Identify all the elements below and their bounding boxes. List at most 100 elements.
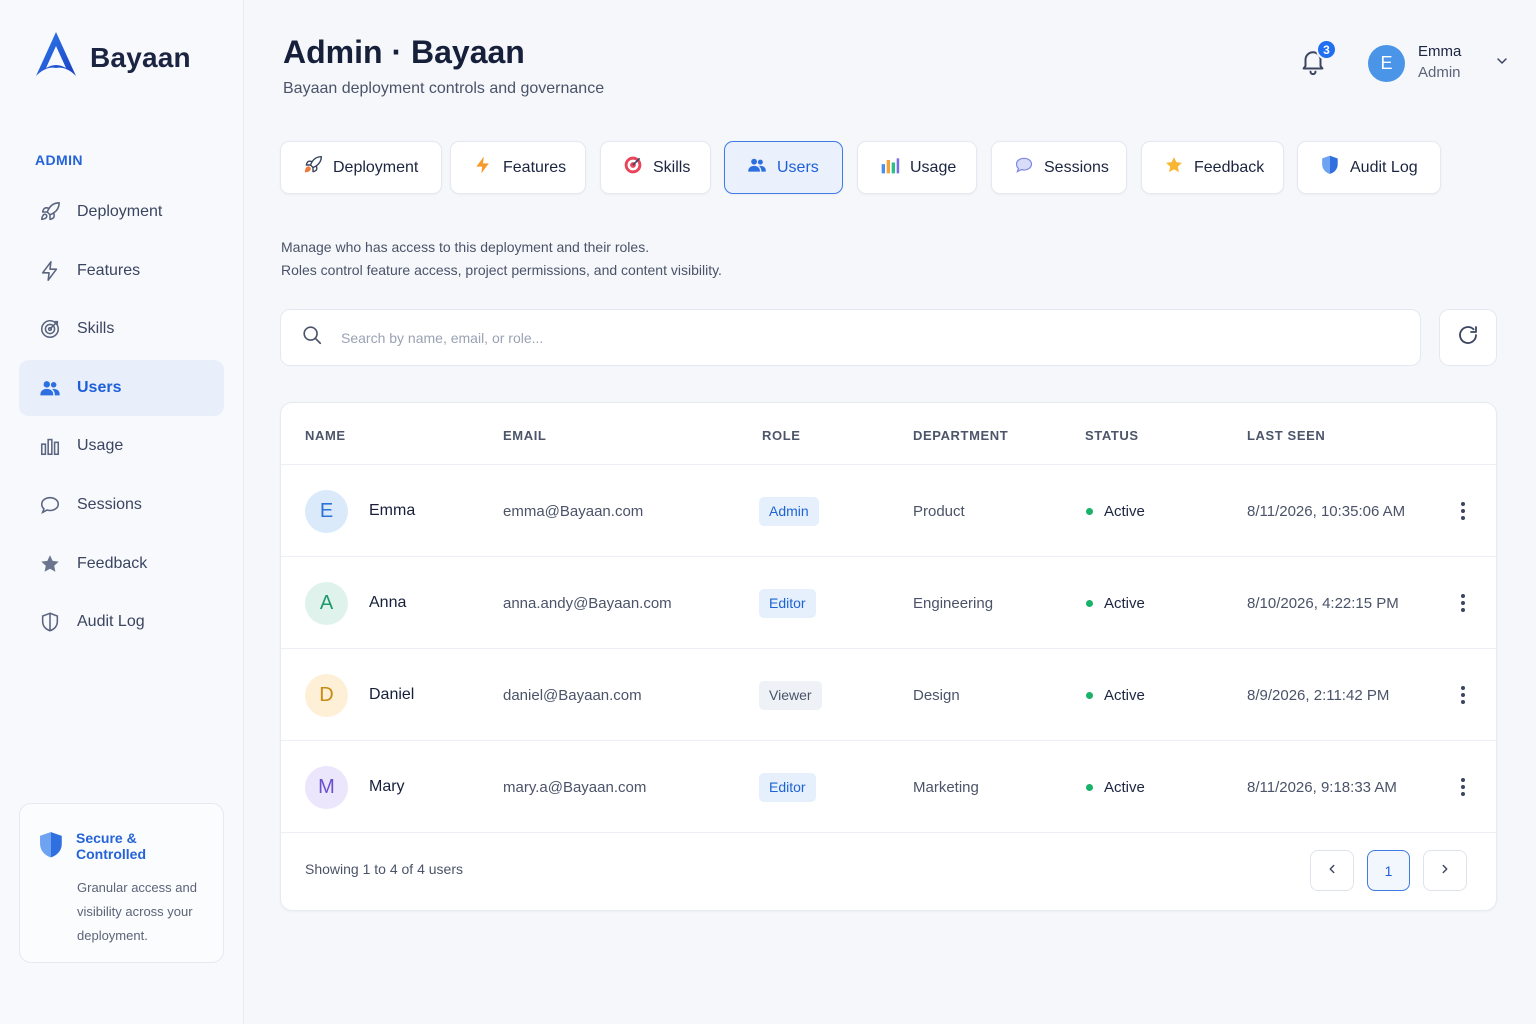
tab-label: Sessions: [1044, 158, 1109, 176]
email-cell: emma@Bayaan.com: [503, 502, 644, 520]
tab-skills[interactable]: Skills: [600, 141, 711, 194]
table-row[interactable]: M Mary mary.a@Bayaan.com Editor Marketin…: [281, 741, 1496, 833]
column-header-last-seen[interactable]: LAST SEEN: [1247, 428, 1325, 443]
status-cell: Active: [1104, 594, 1145, 612]
sidebar-item-skills[interactable]: Skills: [19, 301, 224, 357]
users-table: NAME EMAIL ROLE DEPARTMENT STATUS LAST S…: [280, 402, 1497, 911]
avatar: E: [305, 489, 348, 533]
user-name-cell: Daniel: [369, 686, 415, 703]
notification-badge: 3: [1316, 39, 1337, 60]
status-dot: [1086, 691, 1093, 699]
pagination-summary: Showing 1 to 4 of 4 users: [305, 861, 463, 877]
tab-deployment[interactable]: Deployment: [280, 141, 442, 194]
sidebar-item-label: Feedback: [77, 554, 148, 572]
star-icon: [39, 553, 61, 575]
sidebar-item-label: Features: [77, 261, 141, 279]
status-cell: Active: [1104, 778, 1145, 796]
bar-chart-icon: [880, 155, 900, 180]
tab-audit-log[interactable]: Audit Log: [1297, 141, 1441, 194]
more-options-icon[interactable]: [1451, 649, 1475, 741]
sidebar-item-feedback[interactable]: Feedback: [19, 536, 224, 592]
tab-label: Usage: [910, 158, 957, 176]
description-line: Manage who has access to this deployment…: [281, 239, 650, 255]
more-options-icon[interactable]: [1451, 557, 1475, 649]
user-menu[interactable]: E Emma Admin: [1368, 42, 1510, 84]
table-row[interactable]: D Daniel daniel@Bayaan.com Viewer Design…: [281, 649, 1496, 741]
sidebar-item-audit-log[interactable]: Audit Log: [19, 594, 224, 650]
user-role: Admin: [1418, 64, 1461, 81]
avatar: A: [305, 581, 348, 625]
tab-feedback[interactable]: Feedback: [1141, 141, 1284, 194]
status-cell: Active: [1104, 502, 1145, 520]
tab-label: Feedback: [1194, 158, 1265, 176]
shield-icon: [39, 611, 61, 633]
shield-icon: [38, 831, 64, 862]
user-name-cell: Anna: [369, 594, 407, 611]
sidebar-item-usage[interactable]: Usage: [19, 418, 224, 474]
brand-name: Bayaan: [90, 41, 191, 73]
more-options-icon[interactable]: [1451, 465, 1475, 557]
brand[interactable]: Bayaan: [32, 30, 191, 85]
bolt-icon: [473, 155, 493, 180]
secure-card-text: Granular access and visibility across yo…: [77, 880, 197, 943]
sidebar-item-label: Audit Log: [77, 613, 145, 631]
next-page-button[interactable]: [1423, 850, 1467, 891]
avatar: E: [1368, 44, 1405, 82]
department-cell: Product: [913, 502, 965, 520]
sidebar-item-users[interactable]: Users: [19, 359, 224, 416]
page-button-current[interactable]: 1: [1367, 850, 1410, 891]
sidebar-item-sessions[interactable]: Sessions: [19, 477, 224, 533]
user-name-cell: Emma: [369, 502, 416, 519]
role-badge: Viewer: [759, 680, 822, 710]
sidebar-item-deployment[interactable]: Deployment: [19, 184, 224, 240]
users-icon: [747, 155, 767, 180]
shield-icon: [1320, 155, 1340, 180]
tab-label: Audit Log: [1350, 158, 1418, 176]
column-header-department[interactable]: DEPARTMENT: [913, 428, 1008, 443]
last-seen-cell: 8/10/2026, 4:22:15 PM: [1247, 594, 1399, 612]
tab-users[interactable]: Users: [724, 141, 843, 194]
more-options-icon[interactable]: [1451, 741, 1475, 833]
refresh-button[interactable]: [1439, 309, 1497, 366]
department-cell: Engineering: [913, 594, 994, 612]
rocket-icon: [303, 155, 323, 180]
table-row[interactable]: A Anna anna.andy@Bayaan.com Editor Engin…: [281, 557, 1496, 649]
sidebar-nav: Deployment Features Skills Users Usage S…: [19, 184, 224, 653]
search-bar: [280, 309, 1421, 366]
role-badge: Editor: [759, 588, 816, 618]
refresh-icon: [1456, 323, 1480, 352]
sidebar-item-label: Sessions: [77, 495, 142, 513]
users-icon: [39, 377, 61, 399]
tab-label: Deployment: [333, 158, 419, 176]
table-row[interactable]: E Emma emma@Bayaan.com Admin Product Act…: [281, 465, 1496, 557]
column-header-role[interactable]: ROLE: [762, 428, 801, 443]
last-seen-cell: 8/9/2026, 2:11:42 PM: [1247, 686, 1390, 704]
role-badge: Admin: [759, 496, 819, 526]
tab-usage[interactable]: Usage: [857, 141, 977, 194]
sidebar-item-label: Usage: [77, 437, 124, 455]
rocket-icon: [39, 201, 61, 223]
bayaan-logo-icon: [32, 30, 80, 85]
email-cell: anna.andy@Bayaan.com: [503, 594, 672, 612]
bolt-icon: [39, 260, 61, 282]
sidebar-item-label: Users: [77, 378, 122, 396]
tab-sessions[interactable]: Sessions: [991, 141, 1127, 194]
page-subtitle: Bayaan deployment controls and governanc…: [283, 80, 605, 97]
status-cell: Active: [1104, 686, 1145, 704]
prev-page-button[interactable]: [1310, 850, 1354, 891]
search-icon: [301, 324, 323, 351]
column-header-email[interactable]: EMAIL: [503, 428, 546, 443]
sidebar-item-features[interactable]: Features: [19, 243, 224, 299]
sidebar-item-label: Deployment: [77, 203, 163, 220]
user-name: Emma: [1418, 43, 1462, 60]
column-header-status[interactable]: STATUS: [1085, 428, 1139, 443]
user-name-cell: Mary: [369, 778, 405, 795]
search-input[interactable]: [341, 329, 1341, 346]
column-header-name[interactable]: NAME: [305, 428, 346, 443]
target-icon: [623, 155, 643, 180]
bar-chart-icon: [39, 435, 61, 457]
department-cell: Design: [913, 686, 960, 704]
status-dot: [1086, 507, 1093, 515]
tab-features[interactable]: Features: [450, 141, 586, 194]
chevron-down-icon[interactable]: [1494, 53, 1510, 74]
